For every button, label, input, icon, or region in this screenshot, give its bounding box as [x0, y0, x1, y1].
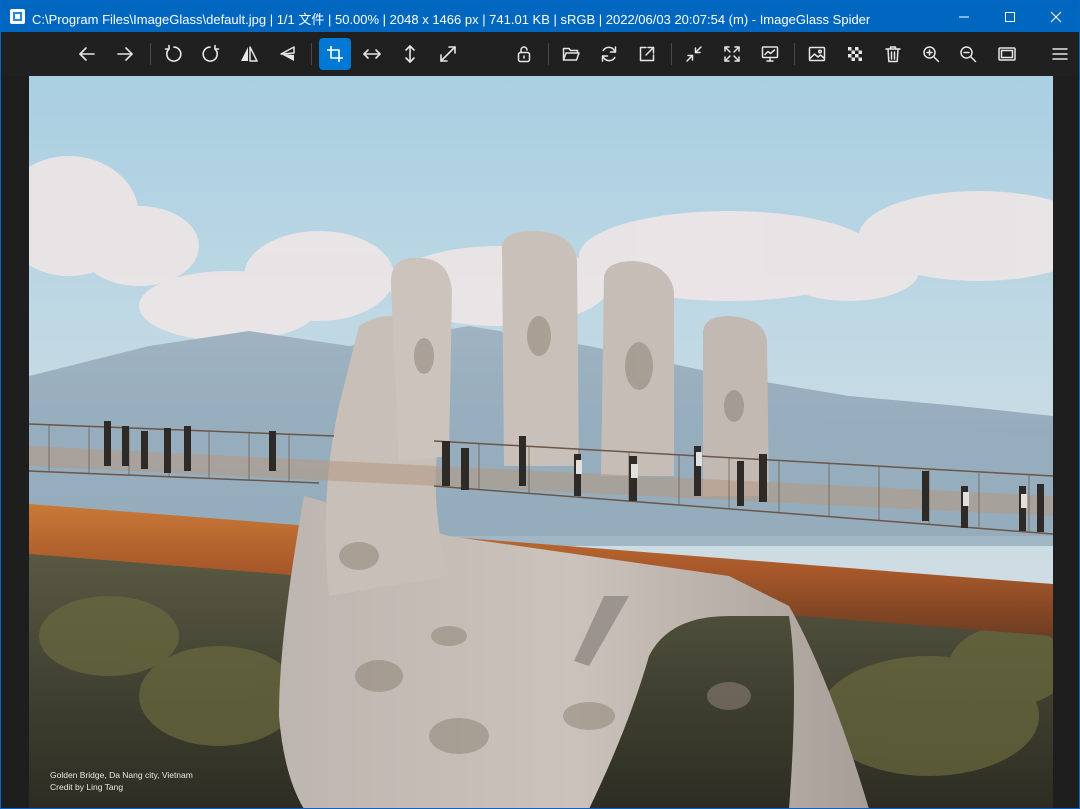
zoom-in-button[interactable] [915, 38, 947, 70]
expand-arrows-icon [724, 46, 740, 62]
toolbar-separator [671, 43, 672, 65]
caption-credit: Credit by Ling Tang [50, 782, 124, 792]
window-fit-button[interactable] [991, 38, 1023, 70]
flip-horizontal-button[interactable] [233, 38, 265, 70]
app-window: C:\Program Files\ImageGlass\default.jpg … [0, 0, 1080, 809]
next-image-button[interactable] [109, 38, 141, 70]
minimize-button[interactable] [941, 1, 987, 32]
main-menu-button[interactable] [1044, 38, 1076, 70]
toolbar-separator [311, 43, 312, 65]
photo-caption: Golden Bridge, Da Nang city, Vietnam Cre… [50, 769, 193, 793]
flip-horizontal-icon [241, 46, 258, 62]
close-icon [1050, 11, 1062, 22]
previous-image-button[interactable] [71, 38, 103, 70]
toolbar-separator [548, 43, 549, 65]
open-file-button[interactable] [555, 38, 587, 70]
presentation-icon [761, 46, 779, 62]
displayed-photo: Golden Bridge, Da Nang city, Vietnam Cre… [29, 76, 1053, 808]
fit-screen-button[interactable] [432, 38, 464, 70]
imageglass-app-icon [10, 9, 25, 24]
auto-zoom-button[interactable] [319, 38, 351, 70]
fit-height-button[interactable] [394, 38, 426, 70]
rotate-right-button[interactable] [195, 38, 227, 70]
toolbar-separator [794, 43, 795, 65]
folder-open-icon [562, 47, 580, 61]
close-button[interactable] [1033, 1, 1079, 32]
checkerboard-button[interactable] [839, 38, 871, 70]
maximize-button[interactable] [987, 1, 1033, 32]
flip-vertical-button[interactable] [271, 38, 303, 70]
caption-location: Golden Bridge, Da Nang city, Vietnam [50, 770, 193, 780]
delete-button[interactable] [877, 38, 909, 70]
open-with-button[interactable] [631, 38, 663, 70]
arrows-diagonal-icon [440, 46, 456, 62]
shrink-arrows-icon [686, 46, 702, 62]
rotate-left-button[interactable] [157, 38, 189, 70]
external-open-icon [639, 46, 655, 62]
set-wallpaper-button[interactable] [801, 38, 833, 70]
trash-icon [885, 46, 901, 63]
title-bar[interactable]: C:\Program Files\ImageGlass\default.jpg … [1, 1, 1079, 32]
crop-frame-icon [327, 46, 343, 62]
window-title: C:\Program Files\ImageGlass\default.jpg … [32, 12, 871, 27]
toolbar-separator [150, 43, 151, 65]
arrows-vertical-icon [405, 45, 415, 63]
minimize-icon [959, 16, 969, 17]
hamburger-menu-icon [1052, 48, 1068, 60]
image-icon [808, 46, 826, 62]
collapse-button[interactable] [678, 38, 710, 70]
zoom-out-button[interactable] [952, 38, 984, 70]
fullscreen-button[interactable] [716, 38, 748, 70]
zoom-out-icon [960, 46, 977, 63]
golden-bridge-photo [29, 76, 1053, 808]
arrow-right-icon [117, 47, 133, 61]
slideshow-button[interactable] [754, 38, 786, 70]
rotate-left-icon [164, 44, 182, 62]
lock-zoom-button[interactable] [508, 38, 540, 70]
maximize-icon [1005, 11, 1015, 22]
fit-width-button[interactable] [356, 38, 388, 70]
checkerboard-icon [848, 47, 862, 61]
rotate-right-icon [202, 44, 220, 62]
arrow-left-icon [79, 47, 95, 61]
flip-vertical-icon [280, 46, 295, 61]
refresh-icon [601, 46, 617, 62]
lock-open-icon [517, 46, 531, 63]
zoom-in-icon [923, 46, 940, 63]
image-viewer-area[interactable]: Golden Bridge, Da Nang city, Vietnam Cre… [1, 76, 1079, 808]
toolbar [1, 32, 1079, 76]
arrows-horizontal-icon [363, 49, 381, 59]
window-frame-icon [998, 47, 1016, 61]
refresh-button[interactable] [593, 38, 625, 70]
